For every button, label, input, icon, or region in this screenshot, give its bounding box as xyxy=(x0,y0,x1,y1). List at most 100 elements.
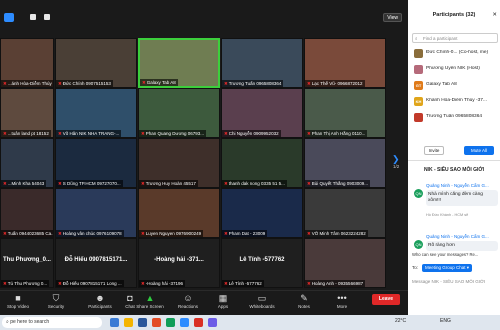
avatar xyxy=(414,113,423,122)
participant-search-input[interactable]: ⌕ Find a participant xyxy=(412,33,498,43)
apps-button[interactable]: ▦ Apps xyxy=(205,293,241,315)
pause-icon[interactable] xyxy=(30,14,36,20)
muted-mic-icon: ✖ xyxy=(224,131,228,136)
file-explorer-icon[interactable] xyxy=(124,318,133,327)
video-tile[interactable]: ✖...Minh Kha 54043 xyxy=(0,138,54,188)
taskview-icon[interactable] xyxy=(110,318,119,327)
video-tile[interactable]: Lê Tính -577762 ✖Lê Tính -577762 xyxy=(221,238,303,288)
message-input[interactable]: Message NIK - SIÊU SAO MÔI GIỚI xyxy=(412,279,498,293)
video-tile[interactable]: -Hoàng hải -371... ✖-Hoàng hải -37196 xyxy=(138,238,220,288)
taskbar-search-input[interactable]: ⌕ pe here to search xyxy=(2,317,102,328)
stop-video-button[interactable]: ■ Stop Video xyxy=(0,293,36,315)
muted-mic-icon: ✖ xyxy=(141,231,145,236)
video-tile[interactable]: ✖Bùi Quyết Thắng 0903009... xyxy=(304,138,386,188)
app-icon[interactable] xyxy=(194,318,203,327)
video-tile[interactable]: ✖Phan Thị Anh Hằng 0110... xyxy=(304,88,386,138)
video-tile[interactable]: ✖Võ Hân NIK NHA TRANG-... xyxy=(55,88,137,138)
video-tile[interactable]: ✖Phan Quang Dương 06793... xyxy=(138,88,220,138)
avatar xyxy=(414,49,423,58)
video-tile[interactable]: ✖Trương Tuấn 0965808364 xyxy=(221,38,303,88)
search-icon: ⌕ xyxy=(415,36,418,41)
muted-mic-icon: ✖ xyxy=(307,181,311,186)
weather-temp[interactable]: 22°C xyxy=(395,318,406,324)
participants-panel-header: Participants (32) ✕ xyxy=(408,12,500,24)
meeting-toolbar: ■ Stop Video ⛉ Security ☻ Participants ◘ Cha… xyxy=(0,290,408,315)
participant-name: Tuấn 0944023685 Ca... xyxy=(7,231,54,236)
participant-name: Trương Huy Hoàn 45517 xyxy=(145,181,196,186)
word-icon[interactable] xyxy=(138,318,147,327)
avatar: KH xyxy=(414,97,423,106)
more-button[interactable]: ••• More xyxy=(324,293,360,315)
notes-icon: ✎ xyxy=(300,293,308,303)
security-button[interactable]: ⛉ Security xyxy=(38,293,74,315)
view-button[interactable]: View xyxy=(383,13,402,22)
video-tile[interactable]: ✖Tuấn 0944023685 Ca... xyxy=(0,188,54,238)
video-tile[interactable]: ✖thanh dak nong 0335 51 5... xyxy=(221,138,303,188)
participant-row[interactable]: Phương Uyên NIK (Host) xyxy=(412,64,500,76)
video-tile[interactable]: ✖Hoàng Anh - 0935566987 xyxy=(304,238,386,288)
stop-icon[interactable] xyxy=(44,14,50,20)
zoom-icon[interactable] xyxy=(180,318,189,327)
tile-name-label: ✖VÕ Minh Tâm 0623224282 xyxy=(305,230,368,237)
video-camera-icon: ■ xyxy=(15,293,21,303)
participants-title: Participants (32) xyxy=(432,12,476,18)
avatar: QN xyxy=(414,189,423,198)
shield-icon: ⛉ xyxy=(52,293,60,303)
tile-name-label: ✖Phan Quang Dương 06793... xyxy=(139,130,207,137)
muted-mic-icon: ✖ xyxy=(3,281,7,286)
tile-name-label: ✖Galaxy Tab A8 xyxy=(140,79,178,86)
chrome-icon[interactable] xyxy=(166,318,175,327)
video-tile[interactable]: ✖Trương Huy Hoàn 45517 xyxy=(138,138,220,188)
reactions-button[interactable]: ☺ Reactions xyxy=(170,293,206,315)
video-tile[interactable]: ✖Lạc Thế Vũ- 0966872012 xyxy=(304,38,386,88)
participant-name: Khánh Hòa-Diễm Thúy -37... xyxy=(426,98,487,103)
chat-message: Quảng Ninh - Nguyễn Cẩm G... QN Rõ ràng … xyxy=(412,234,500,252)
participant-name: Hoàng vân chúc 0976109078 xyxy=(62,231,122,236)
participant-row[interactable]: Trương Tuấn 0965808364 xyxy=(412,112,500,124)
chat-recipient-select[interactable]: Meeting Group Chat ▾ xyxy=(422,264,473,272)
muted-mic-icon: ✖ xyxy=(58,131,62,136)
participant-row[interactable]: Đức Chính-0... (Co-host, me) xyxy=(412,48,500,60)
invite-button[interactable]: Invite xyxy=(424,146,444,155)
video-tile[interactable]: ✖Chi Nguyễn 0909952032 xyxy=(221,88,303,138)
participant-name: S Dũng TP.HCM 09727070... xyxy=(62,181,121,186)
language-indicator[interactable]: ENG xyxy=(440,318,451,324)
mute-all-button[interactable]: Mute All xyxy=(464,146,494,155)
tile-name-label: ✖Trương Tuấn 0965808364 xyxy=(222,80,284,87)
video-tile[interactable]: ✖VÕ Minh Tâm 0623224282 xyxy=(304,188,386,238)
app-icon[interactable] xyxy=(208,318,217,327)
whiteboards-button[interactable]: ▭ Whiteboards xyxy=(244,293,280,315)
video-tile[interactable]: ✖S Dũng TP.HCM 09727070... xyxy=(55,138,137,188)
tile-display-name: Thu Phương_0... xyxy=(3,257,51,263)
who-can-see-notice[interactable]: Who can see your messages? Re... xyxy=(412,252,498,257)
message-note: Hồ Đức Khánh - HCM sẽ xyxy=(426,213,469,217)
zoom-shield-icon[interactable] xyxy=(4,13,14,22)
notes-button[interactable]: ✎ Notes xyxy=(286,293,322,315)
video-tile[interactable]: ✖Pham Dat - 23009 xyxy=(221,188,303,238)
apps-grid-icon: ▦ xyxy=(218,293,228,303)
video-tile[interactable]: ✖Luyen Nguyen 0976900249 xyxy=(138,188,220,238)
video-tile[interactable]: ✖Galaxy Tab A8 xyxy=(138,38,220,88)
leave-button[interactable]: Leave xyxy=(372,294,400,305)
tile-name-label: ✖Hoàng Anh - 0935566987 xyxy=(305,280,366,287)
tile-name-label: ✖Lê Tính -577762 xyxy=(222,280,264,287)
avatar: GT xyxy=(414,81,423,90)
video-tile[interactable]: ✖...tuân land pt 18152 xyxy=(0,88,54,138)
video-tile[interactable]: Thu Phương_0... ✖Tú Thu Phương 0... xyxy=(0,238,54,288)
close-icon[interactable]: ✕ xyxy=(492,12,497,18)
participant-row[interactable]: GT Galaxy Tab A8 xyxy=(412,80,500,92)
tile-name-label: ✖...tuân land pt 18152 xyxy=(1,130,51,137)
powerpoint-icon[interactable] xyxy=(152,318,161,327)
message-text: Nhà mình căng đèm càng xôm!!! xyxy=(426,190,498,206)
video-tile[interactable]: Đỗ Hiếu 0907815171... ✖Đỗ Hiếu 0907815171… xyxy=(55,238,137,288)
tile-name-label: ✖Lạc Thế Vũ- 0966872012 xyxy=(305,80,365,87)
share-screen-button[interactable]: ▲ Share Screen xyxy=(132,293,168,315)
video-tile[interactable]: ✖Đức Chính 0907515153 xyxy=(55,38,137,88)
participant-row[interactable]: KH Khánh Hòa-Diễm Thúy -37... xyxy=(412,96,500,108)
participant-name: VÕ Minh Tâm 0623224282 xyxy=(311,231,366,236)
tile-display-name: -Hoàng hải -371... xyxy=(154,257,204,263)
video-tile[interactable]: ✖...ánh Hòa-Diễm Thúy -3724... xyxy=(0,38,54,88)
tile-name-label: ✖Trương Huy Hoàn 45517 xyxy=(139,180,198,187)
muted-mic-icon: ✖ xyxy=(142,80,146,85)
video-tile[interactable]: ✖Hoàng vân chúc 0976109078 xyxy=(55,188,137,238)
